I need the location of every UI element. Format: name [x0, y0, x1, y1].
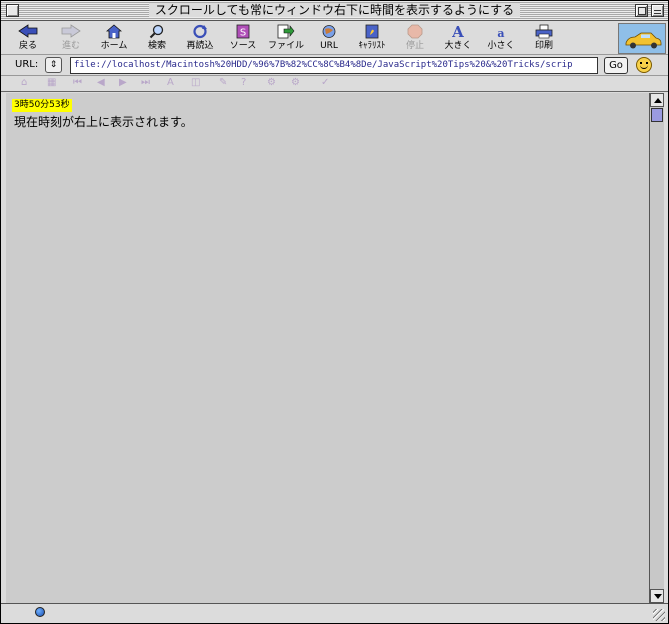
text-smaller-button[interactable]: a 小さく	[478, 24, 524, 54]
faint-edit-icon[interactable]: ✎	[219, 77, 227, 88]
reload-icon	[177, 24, 223, 41]
page-message: 現在時刻が右上に表示されます。	[14, 115, 193, 129]
file-icon	[263, 24, 309, 41]
vertical-scrollbar[interactable]	[649, 93, 664, 603]
search-label: 検索	[147, 41, 166, 51]
go-button[interactable]: Go	[604, 57, 628, 74]
forward-arrow-icon	[48, 24, 94, 41]
scroll-up-arrow-icon[interactable]	[650, 93, 664, 107]
stop-button[interactable]: 停止	[392, 24, 438, 54]
faint-prev-icon[interactable]: ◀	[97, 77, 105, 88]
stop-icon	[392, 24, 438, 41]
source-label: ソース	[229, 41, 257, 51]
browser-window: スクロールしても常にウィンドウ右下に時間を表示するようにする 戻る 進む ホーム	[0, 0, 669, 624]
home-icon	[91, 24, 137, 41]
character-list-label: ｷｬﾗﾘｽﾄ	[358, 41, 386, 51]
text-larger-icon: A	[435, 23, 481, 41]
svg-text:A: A	[451, 24, 464, 39]
browser-logo	[618, 23, 666, 54]
scroll-down-arrow-icon[interactable]	[650, 589, 664, 603]
back-label: 戻る	[18, 41, 37, 51]
faint-first-icon[interactable]: ⏮	[73, 77, 82, 88]
faint-last-icon[interactable]: ⏭	[141, 77, 150, 88]
home-label: ホーム	[100, 41, 128, 51]
collapse-box[interactable]	[651, 4, 664, 17]
search-icon	[134, 24, 180, 41]
globe-icon	[306, 24, 352, 41]
url-bar: URL: ⇕ file://localhost/Macintosh%20HDD/…	[1, 55, 668, 76]
url-input[interactable]: file://localhost/Macintosh%20HDD/%96%7B%…	[70, 57, 598, 74]
title-bar[interactable]: スクロールしても常にウィンドウ右下に時間を表示するようにする	[1, 1, 668, 21]
faint-home-icon[interactable]: ⌂	[21, 77, 27, 88]
faint-help-icon[interactable]: ?	[241, 77, 246, 88]
print-icon	[521, 24, 567, 41]
search-button[interactable]: 検索	[134, 24, 180, 54]
faint-next-icon[interactable]: ▶	[119, 77, 127, 88]
file-button[interactable]: ファイル	[263, 24, 309, 54]
faint-check-icon[interactable]: ✓	[321, 77, 329, 88]
url-history-stepper[interactable]: ⇕	[45, 57, 62, 73]
source-button[interactable]: S ソース	[220, 24, 266, 54]
url-button[interactable]: URL	[306, 24, 352, 54]
status-bar	[1, 603, 668, 623]
forward-label: 進む	[61, 41, 80, 51]
text-larger-button[interactable]: A 大きく	[435, 23, 481, 54]
smiley-face-icon[interactable]	[636, 57, 652, 73]
faint-box-icon[interactable]: ◫	[191, 77, 200, 88]
car-logo-icon	[625, 32, 662, 49]
window-title: スクロールしても常にウィンドウ右下に時間を表示するようにする	[148, 3, 521, 17]
faint-gear-icon[interactable]: ⚙	[267, 77, 276, 88]
navigation-toolbar: 戻る 進む ホーム 検索 再読込 S ソース ファイル URL ｷｬﾗﾘｽﾄ 停…	[1, 22, 668, 55]
svg-text:S: S	[240, 28, 246, 39]
reload-button[interactable]: 再読込	[177, 24, 223, 54]
faint-text-icon[interactable]: A	[167, 77, 174, 88]
stop-label: 停止	[405, 41, 424, 51]
url-field-label: URL:	[15, 59, 39, 70]
text-smaller-label: 小さく	[487, 41, 515, 51]
back-button[interactable]: 戻る	[5, 24, 51, 54]
window-title-wrap: スクロールしても常にウィンドウ右下に時間を表示するようにする	[1, 3, 668, 18]
print-label: 印刷	[534, 41, 553, 51]
time-display: 3時50分53秒	[12, 99, 72, 112]
personal-toolbar: ⌂ ▦ ⏮ ◀ ▶ ⏭ A ◫ ✎ ? ⚙ ⚙ ✓	[1, 76, 668, 92]
forward-button[interactable]: 進む	[48, 24, 94, 54]
source-icon: S	[220, 24, 266, 41]
text-larger-label: 大きく	[444, 41, 472, 51]
text-smaller-icon: a	[478, 24, 524, 41]
url-label-text: URL	[320, 41, 338, 51]
print-button[interactable]: 印刷	[521, 24, 567, 54]
file-label: ファイル	[267, 41, 304, 51]
reload-label: 再読込	[186, 41, 214, 51]
page-content: 3時50分53秒 現在時刻が右上に表示されます。	[6, 93, 649, 603]
faint-settings-icon[interactable]: ⚙	[291, 77, 300, 88]
back-arrow-icon	[5, 24, 51, 41]
scroll-thumb[interactable]	[651, 108, 663, 122]
svg-text:a: a	[497, 27, 504, 39]
zoom-box[interactable]	[635, 4, 648, 17]
home-button[interactable]: ホーム	[91, 24, 137, 54]
status-globe-icon	[35, 607, 45, 617]
character-list-icon	[349, 24, 395, 41]
character-list-button[interactable]: ｷｬﾗﾘｽﾄ	[349, 24, 395, 54]
resize-grip-icon[interactable]	[653, 609, 665, 621]
faint-grid-icon[interactable]: ▦	[47, 77, 56, 88]
